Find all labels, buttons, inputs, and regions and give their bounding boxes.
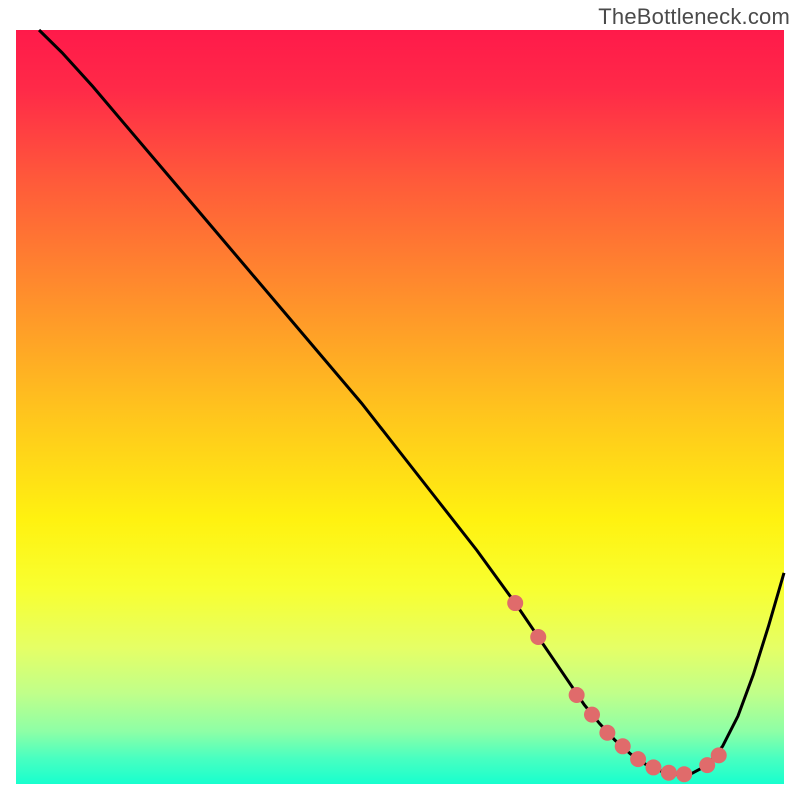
watermark-text: TheBottleneck.com <box>598 4 790 30</box>
chart-background <box>16 30 784 784</box>
highlight-point <box>630 751 646 767</box>
highlight-point <box>711 747 727 763</box>
highlight-point <box>530 629 546 645</box>
highlight-point <box>615 738 631 754</box>
highlight-point <box>599 725 615 741</box>
highlight-point <box>661 765 677 781</box>
highlight-point <box>676 766 692 782</box>
highlight-point <box>507 595 523 611</box>
highlight-point <box>645 759 661 775</box>
highlight-point <box>584 707 600 723</box>
bottleneck-chart <box>0 0 800 800</box>
highlight-point <box>569 687 585 703</box>
chart-container: TheBottleneck.com <box>0 0 800 800</box>
